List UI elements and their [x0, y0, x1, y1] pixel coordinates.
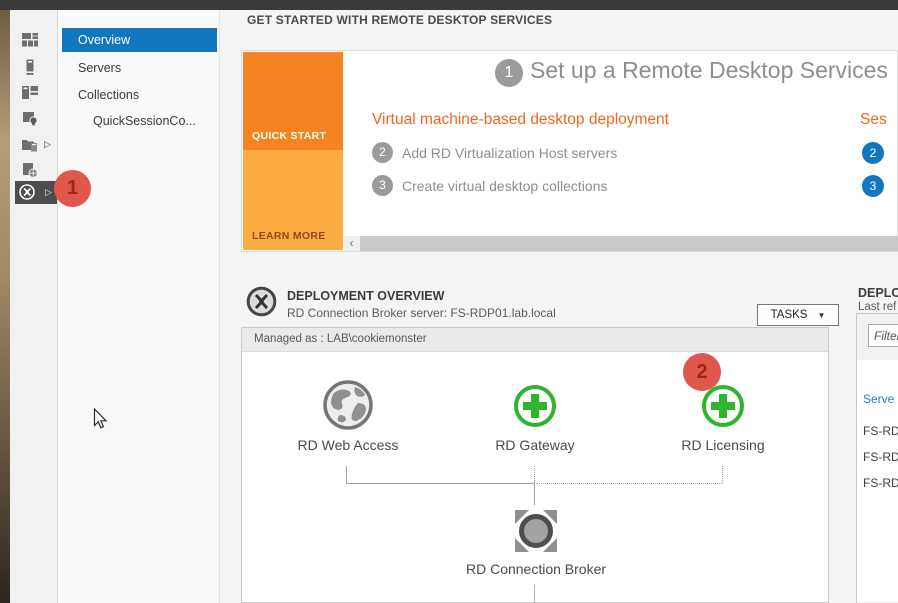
vm-step2-circle: 2 — [372, 142, 393, 163]
sidebar-item-all-servers[interactable] — [16, 83, 44, 103]
sidebar-iconbar: ▷ ▷ — [10, 10, 58, 603]
tasks-button[interactable]: TASKS ▼ — [757, 304, 839, 326]
server-row[interactable]: FS-RD — [863, 450, 898, 464]
vm-step3-circle: 3 — [372, 175, 393, 196]
rd-gateway-add-icon[interactable] — [512, 383, 558, 429]
rds-logo-icon — [246, 286, 277, 317]
rd-connection-broker-label: RD Connection Broker — [456, 561, 616, 577]
session-deployment-link[interactable]: Ses — [860, 111, 887, 129]
all-servers-icon — [21, 84, 39, 102]
sidebar-item-web-server[interactable] — [16, 160, 44, 180]
sidebar-item-dashboard[interactable] — [16, 30, 44, 50]
connector-line-dotted — [534, 466, 535, 483]
nav-item-servers[interactable]: Servers — [62, 56, 217, 80]
nav-item-quicksessioncollection[interactable]: QuickSessionCo... — [62, 109, 217, 133]
nav-item-collections[interactable]: Collections — [62, 83, 217, 107]
session-step2-circle: 2 — [862, 142, 884, 164]
server-row[interactable]: FS-RD — [863, 424, 898, 438]
connector-line — [346, 483, 535, 484]
vm-step3-link[interactable]: Create virtual desktop collections — [402, 178, 607, 194]
file-storage-icon — [21, 136, 39, 154]
remote-desktop-services-icon — [18, 183, 36, 201]
rd-licensing-label: RD Licensing — [643, 437, 803, 453]
connector-line — [534, 484, 535, 505]
scroll-left-arrow-icon[interactable]: ‹ — [344, 236, 359, 251]
connector-line — [534, 585, 535, 603]
server-name-column-header[interactable]: Serve — [863, 392, 894, 406]
nav-item-overview[interactable]: Overview — [62, 28, 217, 52]
horizontal-scrollbar: ‹ — [344, 236, 898, 251]
deployment-overview-title: DEPLOYMENT OVERVIEW — [287, 289, 444, 303]
scrollbar-thumb[interactable] — [360, 236, 898, 251]
vm-step2-link[interactable]: Add RD Virtualization Host servers — [402, 145, 617, 161]
connector-line — [346, 466, 347, 484]
deployment-servers-refreshed: Last ref — [858, 301, 896, 313]
rd-gateway-label: RD Gateway — [455, 437, 615, 453]
deployment-servers-title: DEPLO — [858, 286, 898, 300]
dashboard-icon — [21, 31, 39, 49]
servers-filter-input[interactable] — [868, 324, 898, 347]
desktop-background-strip — [0, 10, 10, 603]
step1-heading: Set up a Remote Desktop Services — [530, 57, 888, 84]
sidebar-item-local-server[interactable] — [16, 57, 44, 77]
quick-start-tab[interactable]: QUICK START — [243, 52, 343, 150]
rd-web-access-globe-icon[interactable] — [322, 379, 374, 431]
learn-more-tab[interactable]: LEARN MORE — [243, 150, 343, 250]
rd-connection-broker-icon[interactable] — [507, 504, 565, 558]
sidebar-item-file-storage[interactable] — [16, 135, 44, 155]
web-server-globe-icon — [21, 161, 39, 179]
learn-more-label: LEARN MORE — [252, 230, 326, 242]
get-started-title: GET STARTED WITH REMOTE DESKTOP SERVICES — [247, 13, 552, 27]
certificate-users-icon — [21, 109, 39, 127]
window-top-bar — [0, 0, 898, 10]
sidebar-item-rds-selected[interactable]: ▷ — [15, 181, 57, 204]
session-step3-circle: 3 — [862, 175, 884, 197]
local-server-icon — [21, 58, 39, 76]
dropdown-arrow-icon: ▼ — [817, 311, 825, 320]
server-row[interactable]: FS-RD — [863, 476, 898, 490]
sidebar-item-certificates[interactable] — [16, 108, 44, 128]
mouse-cursor-icon — [93, 408, 108, 430]
nav-pane: Overview Servers Collections QuickSessio… — [58, 10, 220, 603]
deployment-overview-subtitle: RD Connection Broker server: FS-RDP01.la… — [287, 306, 556, 320]
connector-line-dotted — [536, 483, 722, 484]
step1-number-circle: 1 — [495, 59, 523, 87]
file-storage-expander-icon[interactable]: ▷ — [44, 140, 51, 149]
connector-line-dotted — [722, 466, 723, 483]
annotation-badge-2: 2 — [683, 353, 721, 391]
annotation-badge-1: 1 — [54, 170, 91, 207]
quick-start-label: QUICK START — [252, 130, 326, 142]
tasks-button-label: TASKS — [771, 309, 808, 321]
vm-deployment-link[interactable]: Virtual machine-based desktop deployment — [372, 111, 669, 129]
rds-expander-icon[interactable]: ▷ — [45, 188, 52, 197]
server-manager-window: ▷ ▷ Overview Servers Collections QuickSe… — [0, 0, 898, 603]
managed-as-bar: Managed as : LAB\cookiemonster — [242, 328, 828, 352]
rd-web-access-label: RD Web Access — [268, 437, 428, 453]
